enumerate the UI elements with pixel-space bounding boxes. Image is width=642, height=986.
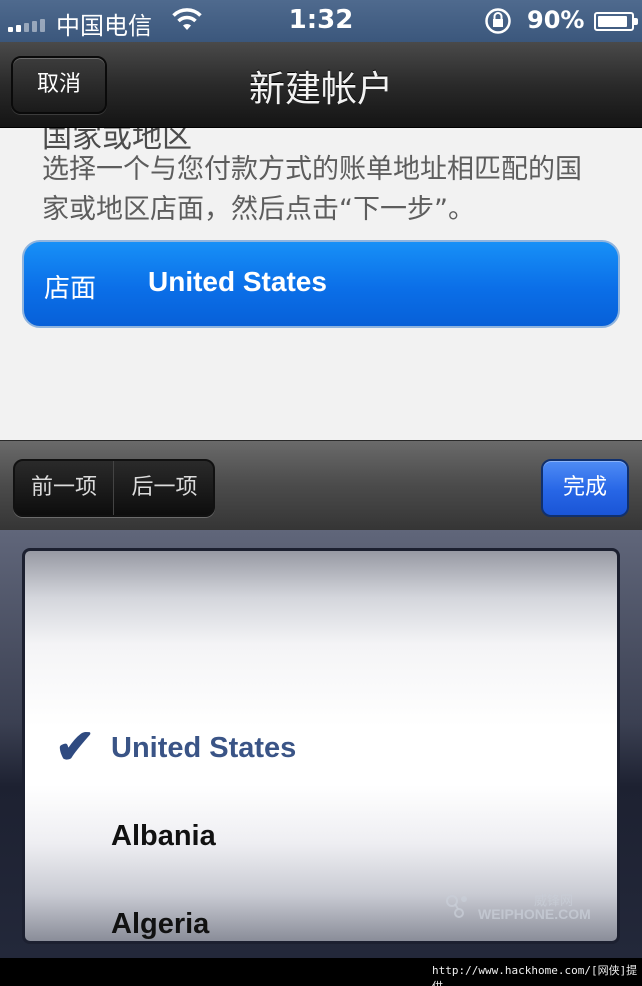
checkmark-icon: ✔ — [55, 721, 96, 774]
store-label: 店面 — [44, 274, 97, 304]
footer-url: http://www.hackhome.com/[网侠]提供 — [432, 964, 638, 986]
picker-item-label: Algeria — [111, 908, 210, 940]
picker-item-albania[interactable]: Albania — [25, 801, 617, 871]
weiphone-logo-icon — [446, 895, 467, 918]
country-picker-wheel[interactable]: ✔ United States Albania Algeria — [22, 548, 620, 944]
battery-percent: 90% — [527, 6, 585, 34]
page-title: 新建帐户 — [248, 69, 393, 110]
navigation-bar: 取消 新建帐户 — [0, 42, 642, 128]
picker-item-united-states[interactable]: ✔ United States — [25, 713, 617, 783]
section-description: 选择一个与您付款方式的账单地址相匹配的国家或地区店面，然后点击“下一步”。 — [42, 154, 582, 225]
prev-next-segmented-control: 前一项 后一项 — [13, 459, 215, 517]
picker-toolbar: 前一项 后一项 完成 — [0, 440, 642, 530]
picker-item-label: United States — [111, 732, 297, 764]
done-button[interactable]: 完成 — [541, 459, 629, 517]
content-area: 国家或地区 选择一个与您付款方式的账单地址相匹配的国家或地区店面，然后点击“下一… — [0, 128, 642, 440]
watermark-en: WEIPHONE.COM — [478, 906, 591, 922]
status-bar: 中国电信 1:32 90% — [0, 0, 642, 42]
rotation-lock-icon — [485, 8, 511, 34]
picker-item-label: Albania — [111, 820, 216, 852]
battery-icon — [594, 12, 638, 31]
store-field[interactable]: 店面 United States — [22, 240, 620, 328]
store-value: United States — [148, 266, 327, 297]
next-button[interactable]: 后一项 — [115, 461, 213, 515]
previous-button[interactable]: 前一项 — [15, 461, 114, 515]
weiphone-watermark: 威锋网 WEIPHONE.COM — [444, 888, 614, 928]
